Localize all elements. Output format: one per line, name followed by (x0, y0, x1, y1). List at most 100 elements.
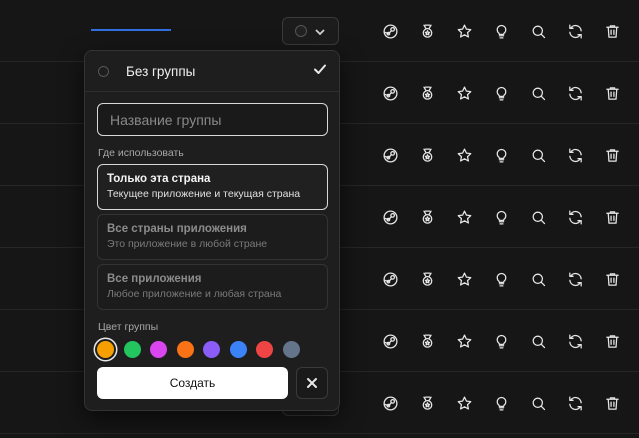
trash-button[interactable] (594, 141, 631, 169)
steam-button[interactable] (372, 327, 409, 355)
search-button[interactable] (520, 389, 557, 417)
color-swatch[interactable] (97, 340, 114, 358)
medal-button[interactable] (409, 265, 446, 293)
trash-icon (606, 334, 619, 348)
medal-icon (422, 271, 433, 286)
medal-button[interactable] (409, 141, 446, 169)
steam-button[interactable] (372, 389, 409, 417)
color-swatch[interactable] (176, 340, 194, 358)
medal-button[interactable] (409, 17, 446, 45)
star-icon (457, 209, 472, 224)
refresh-button[interactable] (557, 327, 594, 355)
lightbulb-icon (496, 86, 507, 101)
scope-option-all-apps[interactable]: Все приложения Любое приложение и любая … (97, 264, 328, 310)
medal-button[interactable] (409, 203, 446, 231)
search-button[interactable] (520, 265, 557, 293)
search-button[interactable] (520, 79, 557, 107)
star-button[interactable] (446, 17, 483, 45)
refresh-button[interactable] (557, 141, 594, 169)
search-icon (532, 25, 546, 38)
row-actions (372, 372, 631, 434)
search-button[interactable] (520, 203, 557, 231)
steam-icon (383, 333, 398, 349)
star-icon (457, 333, 472, 348)
no-group-option[interactable]: Без группы (85, 51, 339, 92)
color-swatch[interactable] (123, 340, 141, 358)
star-button[interactable] (446, 203, 483, 231)
lightbulb-button[interactable] (483, 141, 520, 169)
lightbulb-icon (496, 148, 507, 163)
lightbulb-button[interactable] (483, 17, 520, 45)
star-icon (457, 271, 472, 286)
star-button[interactable] (446, 389, 483, 417)
steam-button[interactable] (372, 79, 409, 107)
color-section-label: Цвет группы (98, 321, 159, 333)
steam-icon (383, 23, 398, 39)
steam-icon (383, 395, 398, 411)
star-button[interactable] (446, 79, 483, 107)
star-icon (457, 395, 472, 410)
steam-button[interactable] (372, 141, 409, 169)
scope-option-all-countries[interactable]: Все страны приложения Это приложение в л… (97, 214, 328, 260)
trash-button[interactable] (594, 327, 631, 355)
trash-button[interactable] (594, 79, 631, 107)
medal-button[interactable] (409, 327, 446, 355)
search-button[interactable] (520, 327, 557, 355)
trash-icon (606, 86, 619, 100)
steam-button[interactable] (372, 203, 409, 231)
close-button[interactable] (296, 367, 328, 399)
group-name-input[interactable] (97, 103, 328, 136)
medal-button[interactable] (409, 389, 446, 417)
medal-button[interactable] (409, 79, 446, 107)
trash-button[interactable] (594, 389, 631, 417)
star-button[interactable] (446, 141, 483, 169)
group-select-trigger[interactable] (282, 17, 339, 45)
refresh-button[interactable] (557, 79, 594, 107)
refresh-button[interactable] (557, 389, 594, 417)
trash-icon (606, 272, 619, 286)
scope-option-subtitle: Это приложение в любой стране (107, 238, 268, 250)
medal-icon (422, 209, 433, 224)
refresh-button[interactable] (557, 203, 594, 231)
color-swatch[interactable] (150, 340, 167, 358)
search-button[interactable] (520, 141, 557, 169)
star-button[interactable] (446, 327, 483, 355)
lightbulb-button[interactable] (483, 203, 520, 231)
trash-button[interactable] (594, 203, 631, 231)
row-actions (372, 248, 631, 310)
group-popover: Без группы Где использовать Только эта с… (84, 50, 340, 411)
steam-button[interactable] (372, 265, 409, 293)
trash-icon (606, 148, 619, 162)
refresh-icon (569, 395, 582, 411)
lightbulb-button[interactable] (483, 265, 520, 293)
refresh-button[interactable] (557, 17, 594, 45)
refresh-button[interactable] (557, 265, 594, 293)
no-group-dot (98, 65, 109, 77)
lightbulb-button[interactable] (483, 79, 520, 107)
scope-option-title: Все страны приложения (107, 223, 247, 235)
lightbulb-icon (496, 24, 507, 39)
color-swatch[interactable] (203, 340, 220, 358)
steam-button[interactable] (372, 17, 409, 45)
row-actions (372, 124, 631, 186)
check-icon (313, 62, 327, 81)
lightbulb-button[interactable] (483, 327, 520, 355)
star-button[interactable] (446, 265, 483, 293)
create-button[interactable]: Создать (97, 367, 288, 399)
medal-icon (422, 23, 433, 38)
steam-icon (383, 271, 398, 287)
trash-button[interactable] (594, 17, 631, 45)
lightbulb-icon (496, 396, 507, 411)
star-icon (457, 85, 472, 100)
color-swatch[interactable] (229, 340, 247, 358)
search-icon (532, 397, 546, 410)
search-button[interactable] (520, 17, 557, 45)
lightbulb-button[interactable] (483, 389, 520, 417)
scope-option-this-country[interactable]: Только эта страна Текущее приложение и т… (97, 164, 328, 210)
refresh-icon (569, 147, 582, 163)
scope-option-title: Только эта страна (107, 173, 211, 185)
medal-icon (422, 147, 433, 162)
trash-button[interactable] (594, 265, 631, 293)
color-swatch[interactable] (256, 340, 273, 358)
color-swatch[interactable] (282, 340, 300, 358)
